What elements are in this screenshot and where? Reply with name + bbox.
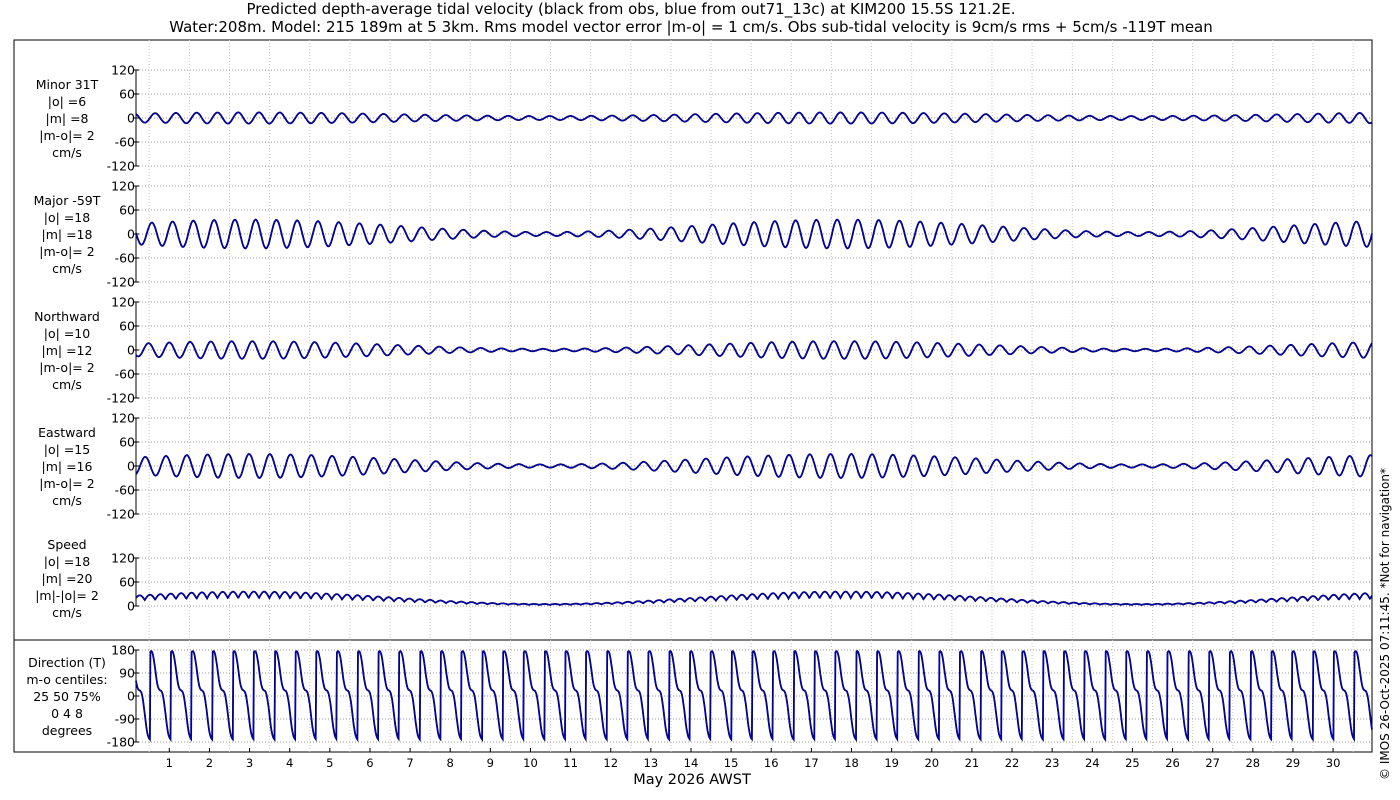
panel-label-line: |o| =6 (47, 93, 87, 109)
x-tick-label: 4 (286, 756, 293, 770)
panel-label-1: Major -59T |o| =18 |m| =18 |m-o|= 2 cm/s (0, 192, 134, 277)
panel-label-line: Direction (T) (28, 654, 106, 670)
x-tick-label: 7 (406, 756, 413, 770)
x-tick-label: 11 (563, 756, 578, 770)
copyright-notice: © IMOS 26-Oct-2025 07:11:45. *Not for na… (1378, 468, 1392, 780)
x-tick-label: 15 (724, 756, 739, 770)
panel-label-line: |m-o|= 2 (39, 127, 95, 143)
x-tick-label: 10 (523, 756, 538, 770)
panel-label-line: Northward (34, 308, 100, 324)
panel-label-line: cm/s (52, 260, 82, 276)
panel-label-line: |m| =20 (41, 570, 93, 586)
tidal-velocity-chart: -120-60060120-120-60060120-120-60060120-… (13, 39, 1373, 788)
x-tick-label: 18 (844, 756, 859, 770)
x-tick-label: 13 (644, 756, 659, 770)
x-tick-label: 3 (246, 756, 253, 770)
x-tick-label: 14 (684, 756, 699, 770)
panel-label-line: |m| =16 (41, 458, 93, 474)
x-tick-label: 24 (1085, 756, 1100, 770)
panel-label-line: degrees (41, 722, 93, 738)
panel-label-line: |o| =18 (43, 553, 91, 569)
panel-label-line: |m| =12 (41, 342, 93, 358)
y-tick-label: -120 (107, 159, 135, 174)
panel-label-4: Speed |o| =18 |m| =20 |m|-|o|= 2 cm/s (0, 536, 134, 621)
panel-label-line: |m|-|o|= 2 (35, 587, 99, 603)
panel-label-line: |o| =18 (43, 209, 91, 225)
panel-label-line: |m| =18 (41, 226, 93, 242)
x-tick-label: 23 (1045, 756, 1060, 770)
panel-label-line: Eastward (38, 424, 96, 440)
upper-frame (13, 39, 1373, 641)
y-tick-label: -120 (107, 391, 135, 406)
panel-label-line: 0 4 8 (51, 705, 83, 721)
x-tick-label: 6 (366, 756, 373, 770)
panel-label-line: |m-o|= 2 (39, 475, 95, 491)
x-tick-label: 20 (924, 756, 939, 770)
panel-label-line: cm/s (52, 604, 82, 620)
x-tick-label: 30 (1326, 756, 1341, 770)
panel-label-line: |m| =8 (45, 110, 89, 126)
panel-label-3: Eastward |o| =15 |m| =16 |m-o|= 2 cm/s (0, 424, 134, 509)
panel-label-line: m-o centiles: (26, 671, 108, 687)
panel-label-line: cm/s (52, 492, 82, 508)
panel-label-line: cm/s (52, 144, 82, 160)
panel-label-line: |m-o|= 2 (39, 359, 95, 375)
panel-label-line: cm/s (52, 376, 82, 392)
x-tick-label: 28 (1245, 756, 1260, 770)
x-tick-label: 17 (804, 756, 819, 770)
x-axis-label: May 2026 AWST (633, 772, 751, 788)
panel-label-5: Direction (T) m-o centiles: 25 50 75% 0 4 8… (0, 654, 134, 739)
y-tick-label: -120 (107, 275, 135, 290)
panel-label-line: Minor 31T (35, 76, 99, 92)
panel-label-line: Major -59T (33, 192, 101, 208)
x-tick-label: 22 (1005, 756, 1020, 770)
panel-label-0: Minor 31T |o| =6 |m| =8 |m-o|= 2 cm/s (0, 76, 134, 161)
x-tick-label: 25 (1125, 756, 1140, 770)
x-tick-label: 5 (326, 756, 333, 770)
panel-label-line: |m-o|= 2 (39, 243, 95, 259)
x-tick-label: 8 (447, 756, 454, 770)
x-tick-label: 21 (965, 756, 980, 770)
panel-label-line: |o| =10 (43, 325, 91, 341)
panel-label-line: Speed (47, 536, 87, 552)
x-tick-label: 9 (487, 756, 494, 770)
x-tick-label: 16 (764, 756, 779, 770)
x-tick-label: 29 (1286, 756, 1301, 770)
y-tick-label: -120 (107, 507, 135, 522)
x-tick-label: 27 (1205, 756, 1220, 770)
x-tick-label: 19 (884, 756, 899, 770)
x-tick-label: 2 (206, 756, 213, 770)
x-tick-label: 12 (603, 756, 618, 770)
model-series-line (135, 590, 1373, 606)
panel-label-line: |o| =15 (43, 441, 91, 457)
x-tick-label: 1 (166, 756, 173, 770)
x-tick-label: 26 (1165, 756, 1180, 770)
panel-label-2: Northward |o| =10 |m| =12 |m-o|= 2 cm/s (0, 308, 134, 393)
obs-series-line (135, 650, 1373, 743)
panel-label-line: 25 50 75% (33, 688, 101, 704)
